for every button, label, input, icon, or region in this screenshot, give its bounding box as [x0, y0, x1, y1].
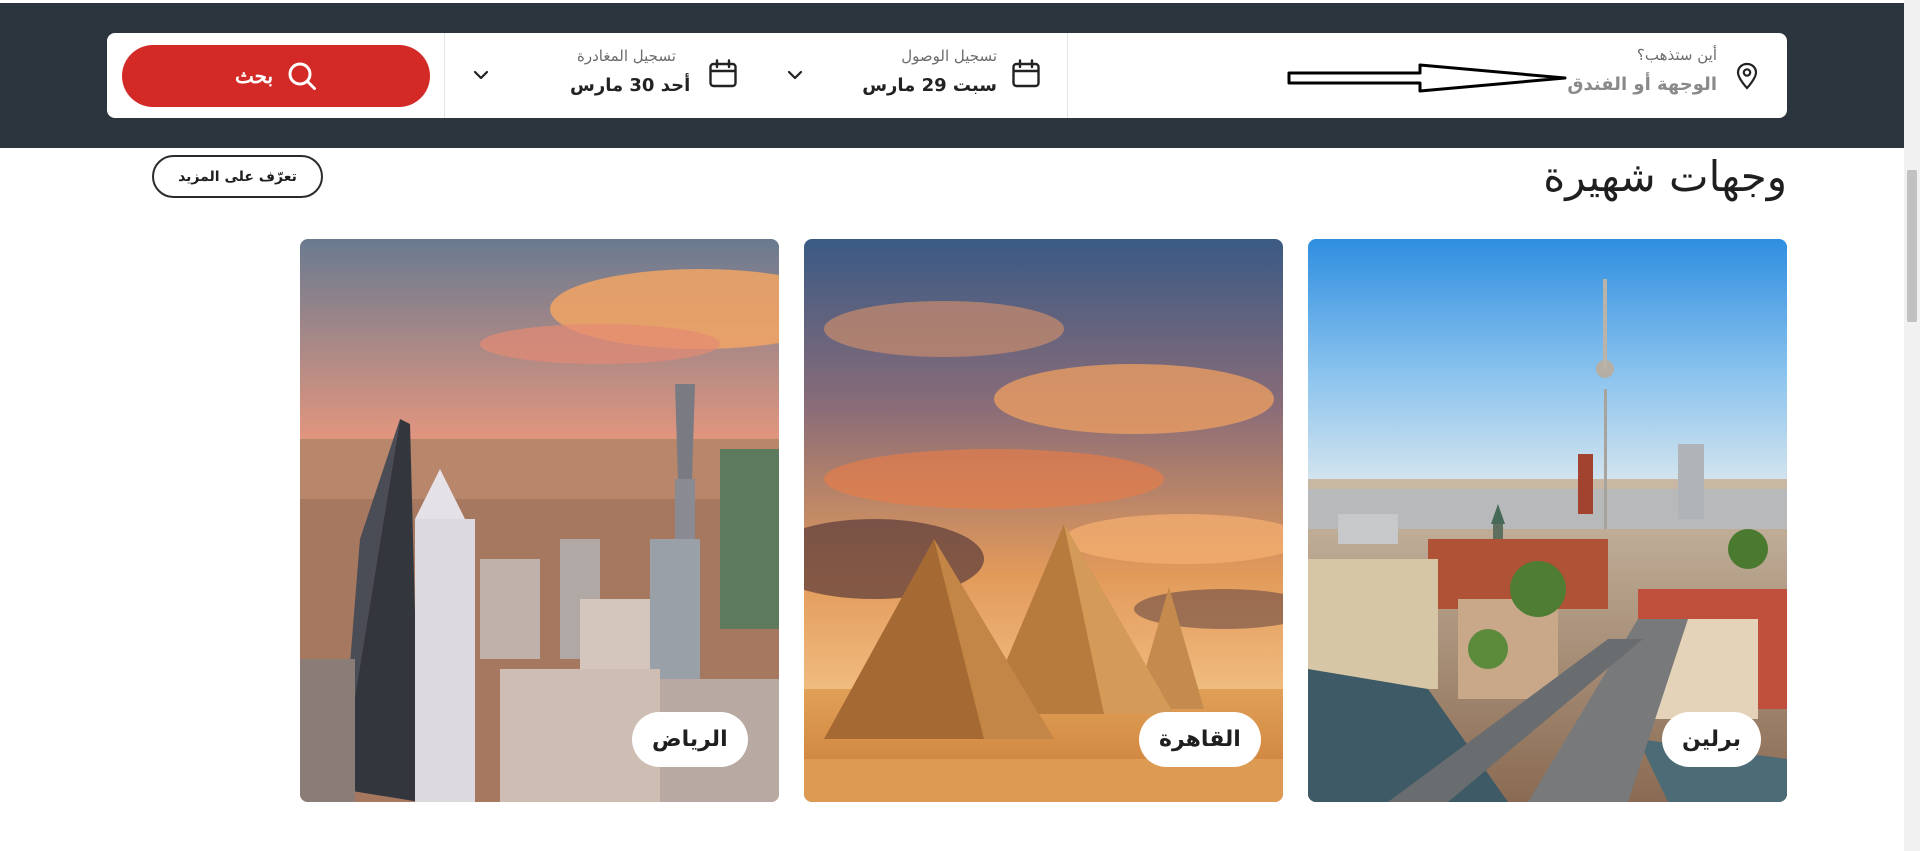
destination-card-berlin[interactable]: برلين	[1308, 239, 1787, 802]
destination-field[interactable]: أين ستذهب؟ الوجهة أو الفندق	[1067, 33, 1787, 118]
search-icon	[288, 62, 317, 90]
scrollbar-thumb[interactable]	[1907, 170, 1917, 322]
learn-more-button[interactable]: تعرّف على المزيد	[152, 155, 323, 198]
location-pin-icon	[1736, 62, 1758, 90]
calendar-icon	[709, 59, 737, 88]
checkout-value: أحد 30 مارس	[570, 75, 691, 96]
search-button[interactable]: بحث	[122, 45, 430, 107]
destination-label: القاهرة	[1139, 712, 1261, 767]
checkin-field[interactable]: تسجيل الوصول سبت 29 مارس	[444, 33, 1067, 118]
arrow-annotation-icon	[1287, 63, 1567, 93]
destination-label: برلين	[1662, 712, 1761, 767]
destination-label: الرياض	[632, 712, 748, 767]
calendar-icon	[1012, 59, 1040, 88]
search-button-label: بحث	[234, 65, 274, 88]
destination-label: أين ستذهب؟	[1636, 46, 1717, 64]
destination-card-cairo[interactable]: القاهرة	[804, 239, 1283, 802]
destination-placeholder: الوجهة أو الفندق	[1567, 74, 1717, 95]
divider	[444, 33, 445, 118]
chevron-down-icon[interactable]	[473, 69, 489, 81]
divider	[1067, 33, 1068, 118]
checkout-label: تسجيل المغادرة	[577, 47, 676, 65]
checkin-label: تسجيل الوصول	[901, 47, 997, 65]
chevron-down-icon[interactable]	[787, 69, 803, 81]
scrollbar[interactable]	[1904, 0, 1920, 851]
checkin-value: سبت 29 مارس	[862, 75, 997, 96]
destination-card-riyadh[interactable]: الرياض	[300, 239, 779, 802]
section-title: وجهات شهيرة	[1543, 152, 1787, 201]
search-box: أين ستذهب؟ الوجهة أو الفندق تسجيل الوصول…	[107, 33, 1787, 118]
